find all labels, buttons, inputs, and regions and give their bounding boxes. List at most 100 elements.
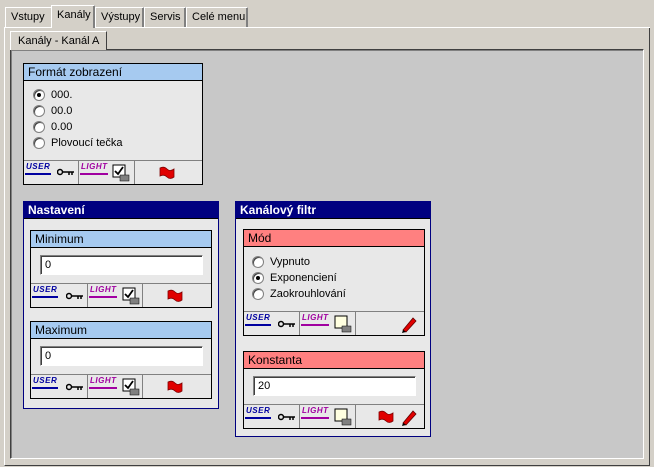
tab-kanaly[interactable]: Kanály <box>51 5 95 28</box>
light-label: LIGHT <box>90 285 117 294</box>
user-underline <box>32 387 58 389</box>
option-label: Vypnuto <box>270 256 310 268</box>
format-header: Formát zobrazení <box>24 64 202 81</box>
user-underline <box>245 417 271 419</box>
edit-cell[interactable] <box>356 312 424 335</box>
format-toolbar: USER LIGHT <box>24 160 202 184</box>
subtab-kanal-a[interactable]: Kanály - Kanál A <box>10 31 108 50</box>
mod-option-exponencielni[interactable]: Exponenciení <box>252 271 337 285</box>
flag-edit-cell[interactable] <box>356 405 424 428</box>
format-option-000[interactable]: 000. <box>33 88 72 102</box>
tab-label: Výstupy <box>101 11 141 23</box>
tab-label: Vstupy <box>11 11 45 23</box>
filtr-group: Kanálový filtr Mód Vypnuto Exponenciení … <box>235 201 431 437</box>
radio-button[interactable] <box>33 89 45 101</box>
light-label: LIGHT <box>81 162 108 171</box>
empty-checkbox-icon <box>334 315 352 333</box>
radio-button[interactable] <box>252 272 264 284</box>
user-underline <box>32 296 58 298</box>
checkbox-icon <box>112 164 130 182</box>
tab-servis[interactable]: Servis <box>144 7 186 27</box>
radio-button[interactable] <box>33 121 45 133</box>
minimum-group: Minimum 0 USER LIGHT <box>30 230 212 308</box>
option-label: Zaokrouhlování <box>270 288 346 300</box>
flag-cell[interactable] <box>143 375 211 398</box>
user-label: USER <box>33 285 58 294</box>
user-label: USER <box>246 406 271 415</box>
option-label: 000. <box>51 89 73 101</box>
user-label: USER <box>26 162 51 171</box>
user-cell[interactable]: USER <box>244 312 300 335</box>
mod-header: Mód <box>244 230 424 247</box>
checkbox-icon <box>122 287 140 305</box>
light-label: LIGHT <box>90 376 117 385</box>
tab-vystupy[interactable]: Výstupy <box>95 7 144 27</box>
pencil-icon <box>402 317 417 333</box>
light-cell[interactable]: LIGHT <box>88 375 143 398</box>
user-label: USER <box>246 313 271 322</box>
mod-option-vypnuto[interactable]: Vypnuto <box>252 255 310 269</box>
user-underline <box>245 324 271 326</box>
radio-button[interactable] <box>33 105 45 117</box>
user-cell[interactable]: USER <box>244 405 300 428</box>
minimum-input[interactable]: 0 <box>40 255 203 275</box>
light-cell[interactable]: LIGHT <box>300 312 356 335</box>
format-option-0-00[interactable]: 0.00 <box>33 120 72 134</box>
flag-icon <box>167 380 183 393</box>
filtr-header: Kanálový filtr <box>236 202 430 219</box>
flag-icon <box>378 410 394 423</box>
tab-label: Servis <box>150 11 181 23</box>
radio-button[interactable] <box>252 288 264 300</box>
konstanta-toolbar: USER LIGHT <box>244 404 424 428</box>
radio-button[interactable] <box>33 137 45 149</box>
light-underline <box>301 324 329 326</box>
tab-label: Kanály <box>57 9 91 21</box>
nastaveni-header: Nastavení <box>24 202 218 219</box>
option-label: Plovoucí tečka <box>51 137 123 149</box>
user-label: USER <box>33 376 58 385</box>
mod-toolbar: USER LIGHT <box>244 311 424 335</box>
flag-icon <box>167 289 183 302</box>
radio-button[interactable] <box>252 256 264 268</box>
checkbox-icon <box>122 378 140 396</box>
option-label: 0.00 <box>51 121 73 133</box>
light-underline <box>80 173 108 175</box>
konstanta-header: Konstanta <box>244 352 424 369</box>
empty-checkbox-icon <box>334 408 352 426</box>
light-label: LIGHT <box>302 313 329 322</box>
flag-cell[interactable] <box>143 284 211 307</box>
tab-cele-menu[interactable]: Celé menu <box>186 7 248 27</box>
konstanta-group: Konstanta 20 USER LIGHT <box>243 351 425 429</box>
maximum-header: Maximum <box>31 322 211 339</box>
flag-cell[interactable] <box>135 161 202 184</box>
light-label: LIGHT <box>302 406 329 415</box>
format-option-plovouci[interactable]: Plovoucí tečka <box>33 136 123 150</box>
konstanta-input[interactable]: 20 <box>253 376 416 396</box>
light-cell[interactable]: LIGHT <box>88 284 143 307</box>
minimum-header: Minimum <box>31 231 211 248</box>
option-label: Exponenciení <box>270 272 337 284</box>
option-label: 00.0 <box>51 105 73 117</box>
key-icon <box>66 383 83 391</box>
flag-icon <box>159 166 175 179</box>
light-underline <box>89 296 117 298</box>
key-icon <box>278 413 295 421</box>
user-cell[interactable]: USER <box>31 375 88 398</box>
mod-group: Mód Vypnuto Exponenciení Zaokrouhlování … <box>243 229 425 336</box>
mod-option-zaokrouhlovani[interactable]: Zaokrouhlování <box>252 287 346 301</box>
light-cell[interactable]: LIGHT <box>79 161 135 184</box>
light-cell[interactable]: LIGHT <box>300 405 356 428</box>
key-icon <box>57 168 74 176</box>
nastaveni-group: Nastavení Minimum 0 USER LIGHT Maximum 0 <box>23 201 219 409</box>
format-group: Formát zobrazení 000. 00.0 0.00 Plovoucí… <box>23 63 203 185</box>
light-underline <box>89 387 117 389</box>
key-icon <box>278 320 295 328</box>
user-cell[interactable]: USER <box>31 284 88 307</box>
user-cell[interactable]: USER <box>24 161 79 184</box>
maximum-group: Maximum 0 USER LIGHT <box>30 321 212 399</box>
maximum-toolbar: USER LIGHT <box>31 374 211 398</box>
maximum-input[interactable]: 0 <box>40 346 203 366</box>
format-option-00-0[interactable]: 00.0 <box>33 104 72 118</box>
tab-vstupy[interactable]: Vstupy <box>5 7 53 27</box>
tab-label: Celé menu <box>192 11 246 23</box>
